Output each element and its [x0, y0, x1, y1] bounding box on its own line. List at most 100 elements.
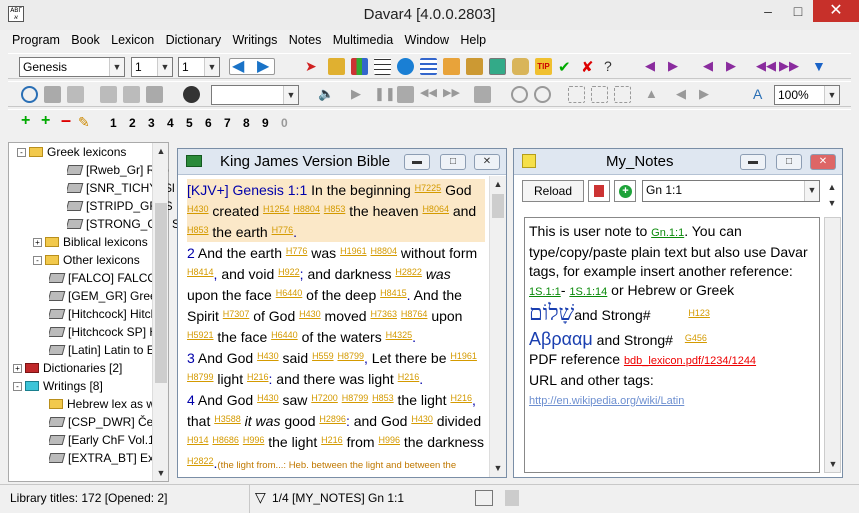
tree-item[interactable]: Hebrew lex as wi — [49, 397, 158, 415]
note-spin[interactable]: ▲ ▼ — [824, 179, 842, 211]
fast-forward-icon[interactable]: ▶▶ — [443, 86, 460, 103]
prev-chapter-icon[interactable]: ◀ — [703, 58, 720, 75]
note-ref-link[interactable]: Gn.1:1 — [651, 227, 684, 239]
notes-book-button[interactable] — [588, 180, 610, 202]
scroll-down-icon[interactable]: ▼ — [825, 456, 841, 472]
first-icon[interactable]: ◀◀ — [756, 58, 776, 75]
tree-item[interactable]: + Biblical lexicons — [33, 235, 148, 253]
paste-icon[interactable] — [67, 86, 84, 103]
add-icon[interactable]: + — [21, 112, 38, 129]
reload-button[interactable]: Reload — [522, 180, 584, 202]
pin-gray-icon[interactable]: ▲ — [645, 86, 662, 103]
zoom-select[interactable]: 100% ▼ — [774, 85, 840, 105]
menu-dictionary[interactable]: Dictionary — [162, 31, 226, 49]
panel-maximize-icon[interactable]: □ — [776, 154, 802, 170]
history-nav-button[interactable]: ◀ ▶ — [229, 58, 275, 75]
expand-icon[interactable]: + — [33, 238, 42, 247]
select-icon[interactable] — [568, 86, 585, 103]
document-icon[interactable] — [100, 86, 117, 103]
pdf-link[interactable]: bdb_lexicon.pdf/1234/1244 — [624, 355, 756, 367]
bookmark-6[interactable]: 6 — [205, 116, 212, 130]
note-ref-link[interactable]: 1S.1:14 — [569, 286, 607, 298]
chapter-select[interactable]: 1 ▼ — [131, 57, 173, 77]
tree-item[interactable]: [FALCO] FALCO — [49, 271, 157, 289]
note-scrollbar[interactable]: ▼ — [824, 217, 841, 473]
tree-item[interactable]: [Hitchcock SP] Hi — [49, 325, 161, 343]
info-icon[interactable] — [397, 58, 414, 75]
audio-select[interactable]: ▼ — [211, 85, 299, 105]
stop-all-icon[interactable] — [474, 86, 491, 103]
edit-icon[interactable] — [146, 86, 163, 103]
menu-multimedia[interactable]: Multimedia — [329, 31, 397, 49]
print-icon[interactable] — [512, 58, 529, 75]
bible-scrollbar[interactable]: ▲ ▼ — [489, 176, 506, 477]
bookmark-7[interactable]: 7 — [224, 116, 231, 130]
panel-minimize-icon[interactable]: ▬ — [740, 154, 766, 170]
note-editor[interactable]: This is user note to Gn.1:1. You can typ… — [524, 217, 820, 473]
url-link[interactable]: http://en.wikipedia.org/wiki/Latin — [529, 395, 684, 407]
bookmark-0[interactable]: 0 — [281, 116, 288, 130]
books-icon[interactable] — [351, 58, 368, 75]
bookmark-2[interactable]: 2 — [129, 116, 136, 130]
search-icon[interactable] — [21, 86, 38, 103]
strong-link[interactable]: H123 — [688, 308, 710, 318]
collapse-icon[interactable]: - — [17, 148, 26, 157]
book-select[interactable]: Genesis ▼ — [19, 57, 125, 77]
tree-item[interactable]: [Early ChF Vol.1 — [49, 433, 155, 451]
help-icon[interactable]: ? — [604, 58, 621, 75]
copy-icon[interactable] — [44, 86, 61, 103]
left-arrow-icon[interactable]: ◀ — [676, 86, 693, 103]
pin-icon[interactable]: ➤ — [305, 58, 322, 75]
media-icon[interactable] — [466, 58, 483, 75]
menu-program[interactable]: Program — [8, 31, 64, 49]
note-icon[interactable] — [489, 58, 506, 75]
expand-icon[interactable]: + — [13, 364, 22, 373]
panel-minimize-icon[interactable]: ▬ — [404, 154, 430, 170]
next-book-icon[interactable]: ▶ — [668, 58, 685, 75]
tree-item[interactable]: [Latin] Latin to E — [49, 343, 155, 361]
scroll-up-icon[interactable]: ▲ — [153, 143, 169, 159]
right-arrow-icon[interactable]: ▶ — [699, 86, 716, 103]
expand-down-icon[interactable]: ▼ — [812, 58, 829, 75]
pencil-icon[interactable]: ✎ — [78, 114, 95, 131]
bookmark-5[interactable]: 5 — [186, 116, 193, 130]
tip-icon[interactable]: TIP — [535, 58, 552, 75]
crop-icon[interactable] — [614, 86, 631, 103]
record-icon[interactable] — [183, 86, 200, 103]
bookmark-4[interactable]: 4 — [167, 116, 174, 130]
scroll-down-icon[interactable]: ▼ — [824, 195, 840, 211]
minimize-icon[interactable]: – — [753, 0, 783, 22]
stop-icon[interactable] — [397, 86, 414, 103]
bookmark-3[interactable]: 3 — [148, 116, 155, 130]
lock-icon[interactable] — [505, 490, 519, 506]
add-note-button[interactable]: + — [614, 180, 636, 202]
filter-icon[interactable]: ▽ — [255, 489, 266, 506]
menu-book[interactable]: Book — [67, 31, 104, 49]
bookmark-1[interactable]: 1 — [110, 116, 117, 130]
last-icon[interactable]: ▶▶ — [779, 58, 799, 75]
play-icon[interactable]: ▶ — [351, 86, 368, 103]
menu-writings[interactable]: Writings — [228, 31, 281, 49]
collapse-icon[interactable]: - — [13, 382, 22, 391]
scroll-down-icon[interactable]: ▼ — [153, 465, 169, 481]
tree-item[interactable]: + Dictionaries [2] — [13, 361, 122, 379]
strong-link[interactable]: G456 — [685, 333, 707, 343]
close-icon[interactable]: ✕ — [813, 0, 859, 22]
tree-item[interactable]: - Greek lexicons — [17, 145, 126, 163]
menu-lexicon[interactable]: Lexicon — [107, 31, 158, 49]
bookmark-9[interactable]: 9 — [262, 116, 269, 130]
zoom-in-icon[interactable] — [511, 86, 528, 103]
fit-icon[interactable] — [591, 86, 608, 103]
note-reference-select[interactable]: Gn 1:1 ▼ — [642, 180, 820, 202]
rewind-icon[interactable]: ◀◀ — [420, 86, 437, 103]
note-ref-link[interactable]: 1S.1:1 — [529, 286, 561, 298]
panel-close-icon[interactable]: ✕ — [474, 154, 500, 170]
add-below-icon[interactable]: + — [41, 112, 58, 129]
remove-icon[interactable]: – — [61, 110, 78, 130]
tree-item[interactable]: - Writings [8] — [13, 379, 103, 397]
tree-item[interactable]: [Hitchcock] Hitch — [49, 307, 157, 325]
tree-icon[interactable] — [328, 58, 345, 75]
next-chapter-icon[interactable]: ▶ — [726, 58, 743, 75]
layout-icon[interactable] — [475, 490, 493, 506]
scroll-thumb[interactable] — [492, 194, 504, 218]
